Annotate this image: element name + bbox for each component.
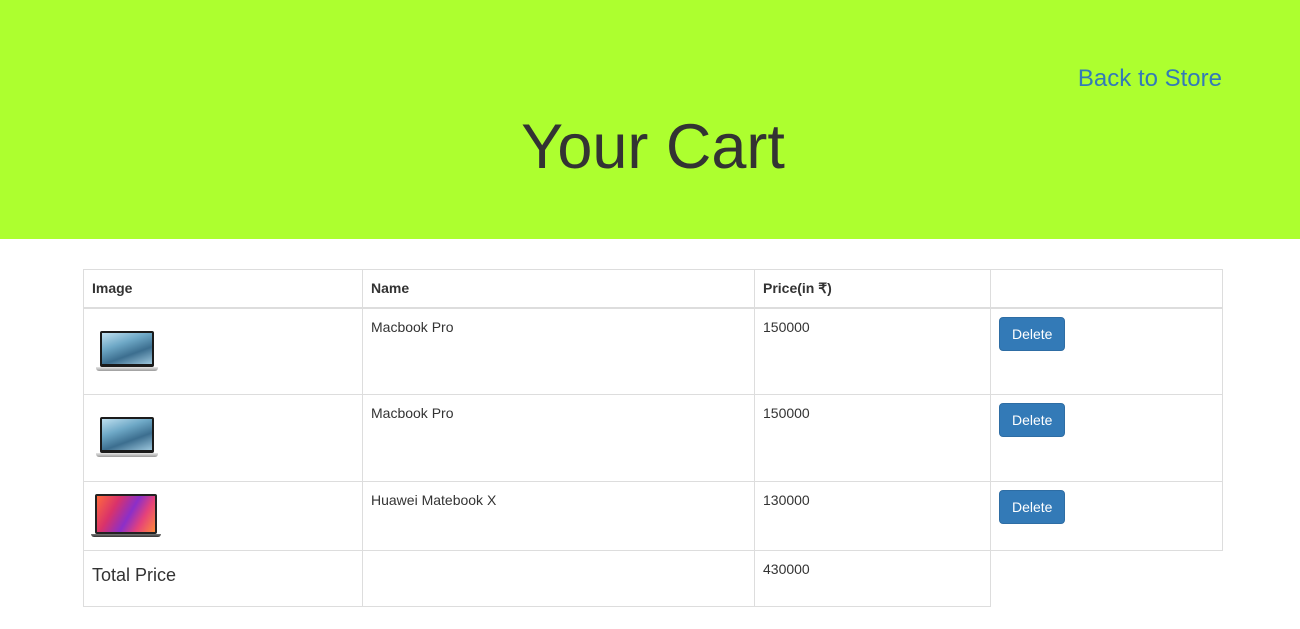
column-header-image: Image: [83, 269, 363, 309]
column-header-price: Price(in ₹): [754, 269, 991, 309]
product-image-cell: [83, 394, 363, 482]
action-cell: Delete: [990, 307, 1223, 395]
total-row: Total Price 430000: [83, 550, 1223, 607]
macbook-pro-thumbnail: [96, 330, 158, 375]
action-cell: Delete: [990, 394, 1223, 482]
product-name: Macbook Pro: [362, 394, 755, 482]
table-row: Huawei Matebook X 130000 Delete: [83, 481, 1223, 551]
cart-table: Image Name Price(in ₹) Macbook Pro 15000…: [83, 269, 1223, 607]
product-price: 150000: [754, 307, 991, 395]
total-price-value: 430000: [754, 550, 991, 607]
huawei-matebook-x-thumbnail: [91, 494, 161, 538]
table-row: Macbook Pro 150000 Delete: [83, 394, 1223, 482]
macbook-pro-thumbnail: [96, 417, 158, 461]
product-name: Huawei Matebook X: [362, 481, 755, 551]
delete-button[interactable]: Delete: [999, 403, 1066, 437]
page-header: Back to Store Your Cart: [0, 0, 1300, 239]
product-name: Macbook Pro: [362, 307, 755, 395]
page-title: Your Cart: [521, 112, 785, 182]
column-header-name: Name: [362, 269, 755, 309]
product-image-cell: [83, 481, 363, 551]
product-price: 150000: [754, 394, 991, 482]
table-row: Macbook Pro 150000 Delete: [83, 307, 1223, 395]
product-price: 130000: [754, 481, 991, 551]
action-cell: Delete: [990, 481, 1223, 551]
delete-button[interactable]: Delete: [999, 316, 1066, 351]
total-empty-cell: [362, 550, 755, 607]
column-header-actions: [990, 269, 1223, 309]
table-header-row: Image Name Price(in ₹): [83, 269, 1223, 309]
total-spacer-cell: [991, 551, 1223, 607]
back-to-store-link[interactable]: Back to Store: [1078, 64, 1222, 94]
total-price-label: Total Price: [83, 550, 363, 607]
product-image-cell: [83, 307, 363, 395]
delete-button[interactable]: Delete: [999, 490, 1066, 524]
